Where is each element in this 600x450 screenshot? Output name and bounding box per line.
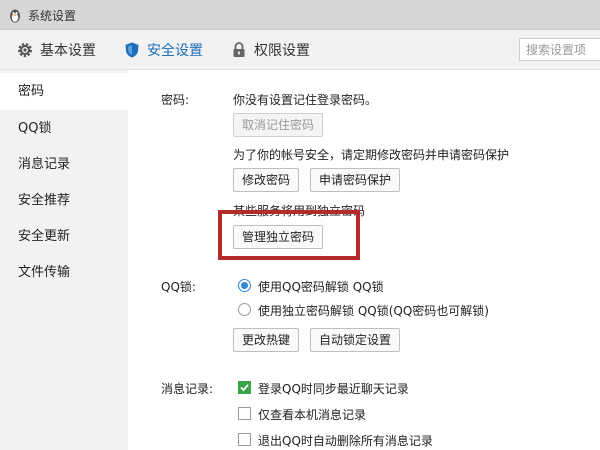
- tab-permission-settings[interactable]: 权限设置: [230, 30, 310, 69]
- sidebar-item-message-history[interactable]: 消息记录: [0, 146, 128, 183]
- tab-security-settings-label: 安全设置: [147, 42, 203, 59]
- qq-lock-section-label: QQ锁:: [161, 280, 196, 294]
- settings-content: 密码: 你没有设置记住登录密码。 取消记住密码 为了你的帐号安全，请定期修改密码…: [128, 70, 600, 450]
- radio-independent-password-unlock-label: 使用独立密码解锁 QQ锁(QQ密码也可解锁): [258, 304, 489, 318]
- manage-independent-password-button[interactable]: 管理独立密码: [233, 225, 324, 249]
- sidebar-item-password[interactable]: 密码: [0, 73, 128, 110]
- checkmark-icon: [240, 384, 249, 392]
- apply-password-protection-button[interactable]: 申请密码保护: [310, 168, 401, 192]
- password-status-text: 你没有设置记住登录密码。: [233, 93, 378, 107]
- change-hotkey-button[interactable]: 更改热键: [233, 328, 300, 352]
- checkbox-delete-on-exit[interactable]: [238, 433, 251, 446]
- qq-penguin-icon: [10, 9, 20, 23]
- checkbox-sync-recent-chats[interactable]: [238, 381, 251, 394]
- sidebar-item-qq-lock[interactable]: QQ锁: [0, 110, 128, 147]
- title-bar: 系统设置: [0, 0, 600, 30]
- radio-qq-password-unlock-label: 使用QQ密码解锁 QQ锁: [258, 280, 384, 294]
- radio-independent-password-unlock[interactable]: [238, 303, 251, 316]
- message-history-section-label: 消息记录:: [161, 382, 214, 396]
- change-password-button[interactable]: 修改密码: [233, 168, 300, 192]
- password-section-label: 密码:: [161, 93, 190, 107]
- sidebar-item-file-transfer[interactable]: 文件传输: [0, 254, 128, 291]
- checkbox-local-messages-only-label: 仅查看本机消息记录: [258, 408, 367, 422]
- lock-icon: [233, 41, 245, 57]
- sidebar-item-security-recommend[interactable]: 安全推荐: [0, 182, 128, 219]
- cancel-remember-password-button[interactable]: 取消记住密码: [233, 113, 324, 137]
- radio-qq-password-unlock[interactable]: [238, 279, 251, 292]
- tab-basic-settings-label: 基本设置: [40, 42, 96, 59]
- window-title: 系统设置: [28, 9, 77, 23]
- checkbox-sync-recent-chats-label: 登录QQ时同步最近聊天记录: [258, 382, 409, 396]
- independent-password-text: 某些服务将用到独立密码: [233, 204, 366, 218]
- settings-tab-bar: 基本设置 安全设置 权限设置: [0, 30, 600, 70]
- tab-security-settings[interactable]: 安全设置: [123, 30, 203, 69]
- shield-icon: [125, 42, 139, 57]
- checkbox-local-messages-only[interactable]: [238, 407, 251, 420]
- sidebar: 密码 QQ锁 消息记录 安全推荐 安全更新 文件传输: [0, 70, 128, 450]
- search-input[interactable]: [519, 38, 600, 61]
- password-advice-text: 为了你的帐号安全，请定期修改密码并申请密码保护: [233, 148, 510, 162]
- gear-icon: [18, 42, 32, 57]
- tab-permission-settings-label: 权限设置: [254, 42, 310, 59]
- auto-lock-settings-button[interactable]: 自动锁定设置: [310, 328, 401, 352]
- checkbox-delete-on-exit-label: 退出QQ时自动删除所有消息记录: [258, 434, 433, 448]
- sidebar-item-security-update[interactable]: 安全更新: [0, 218, 128, 255]
- tab-basic-settings[interactable]: 基本设置: [16, 30, 96, 69]
